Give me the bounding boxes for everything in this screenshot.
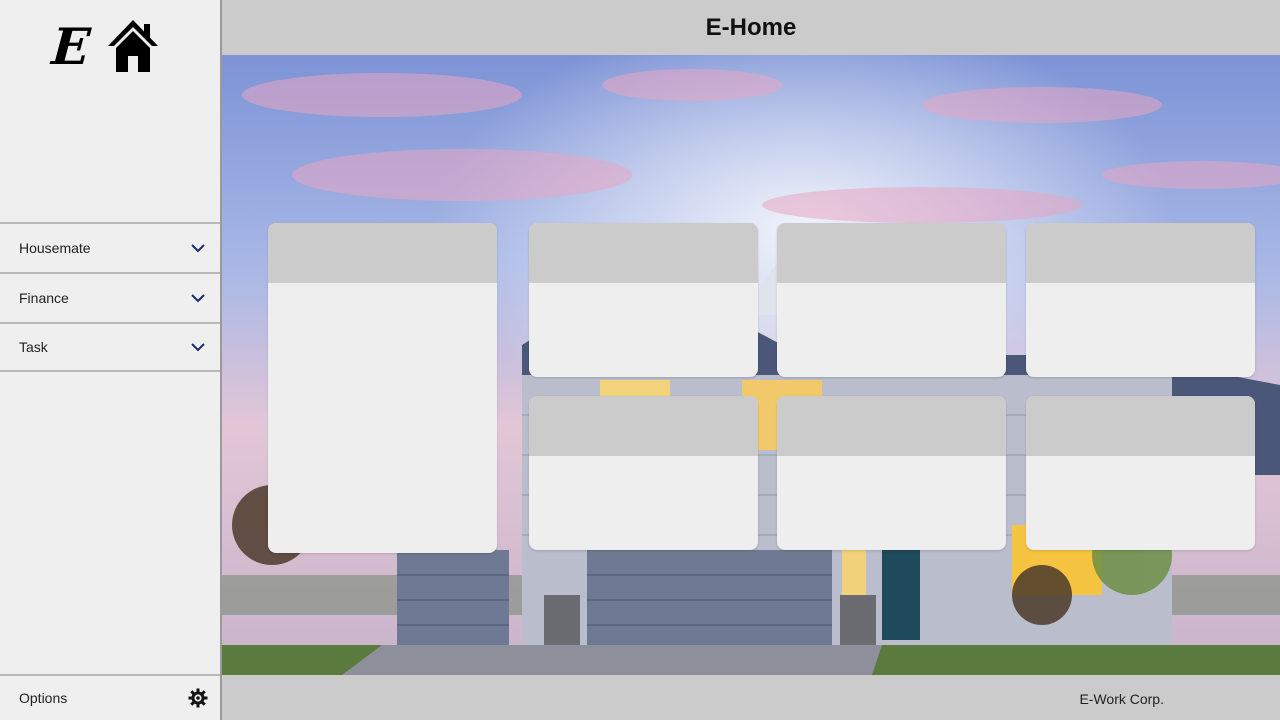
options-button[interactable]: Options: [0, 674, 220, 720]
dashboard-card[interactable]: [1026, 396, 1255, 550]
card-header: [1026, 396, 1255, 456]
dashboard-card[interactable]: [529, 223, 758, 377]
sidebar: E Housemate Finance Task Options: [0, 0, 222, 720]
dashboard-card[interactable]: [777, 223, 1006, 377]
footer-bar: E-Work Corp.: [222, 675, 1280, 720]
header-bar: E-Home: [222, 0, 1280, 55]
footer-text: E-Work Corp.: [1079, 691, 1164, 707]
card-header: [529, 223, 758, 283]
card-header: [268, 223, 497, 283]
page-title: E-Home: [705, 13, 797, 41]
sidebar-menu: Housemate Finance Task: [0, 222, 220, 372]
logo-letter: E: [49, 17, 93, 76]
card-header: [1026, 223, 1255, 283]
options-label: Options: [19, 690, 68, 706]
sidebar-item-finance[interactable]: Finance: [0, 272, 220, 322]
dashboard-card[interactable]: [529, 396, 758, 550]
dashboard-card[interactable]: [777, 396, 1006, 550]
dashboard-card[interactable]: [1026, 223, 1255, 377]
sidebar-item-label: Task: [19, 339, 48, 355]
sidebar-item-task[interactable]: Task: [0, 322, 220, 372]
card-header: [529, 396, 758, 456]
sidebar-item-label: Finance: [19, 290, 69, 306]
chevron-down-icon: [191, 343, 205, 352]
gear-icon: [188, 688, 208, 708]
card-header: [777, 396, 1006, 456]
chevron-down-icon: [191, 294, 205, 303]
sidebar-item-housemate[interactable]: Housemate: [0, 222, 220, 272]
chevron-down-icon: [191, 244, 205, 253]
card-header: [777, 223, 1006, 283]
dashboard-card-large[interactable]: [268, 223, 497, 553]
sidebar-item-label: Housemate: [19, 240, 91, 256]
home-icon: [108, 20, 158, 72]
app-logo[interactable]: E: [48, 17, 168, 78]
